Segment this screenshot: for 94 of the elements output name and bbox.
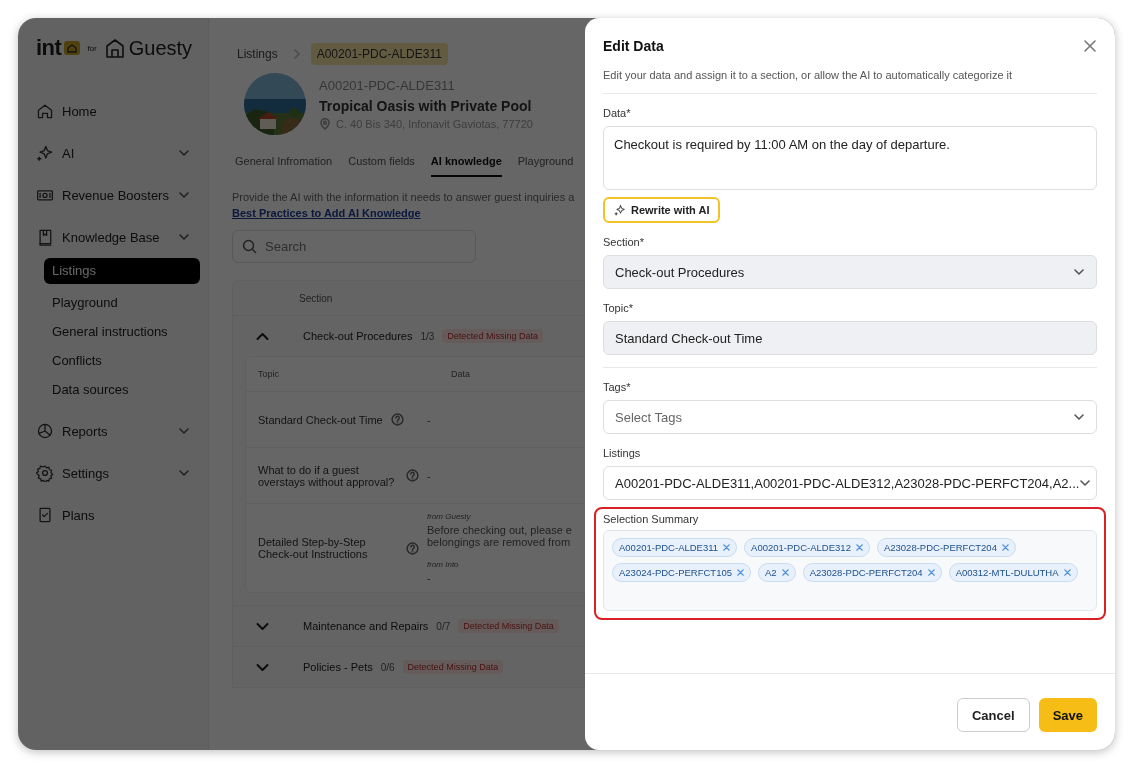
caret-icon <box>1073 411 1085 423</box>
house-outline-icon <box>103 37 126 59</box>
chips-field[interactable]: A00201-PDC-ALDE311 A00201-PDC-ALDE312 A23028-PDC-PERFCT204 A23024-PDC-PERFCT105 A2 A23028-PDC-PERFCT204 A00312-MTL-DULUTHA <box>603 530 1097 611</box>
source-label: from Guesty <box>427 512 472 521</box>
tab[interactable]: General Infromation <box>235 148 333 177</box>
column-header: Data <box>450 369 471 379</box>
field-label: Selection Summary <box>603 513 699 525</box>
drawer-title: Edit Data <box>603 38 664 54</box>
nav-subitem[interactable]: Listings <box>44 258 200 284</box>
nav-subitem[interactable]: General instructions <box>44 317 200 346</box>
nav-subitem[interactable]: Data sources <box>44 375 200 404</box>
book-icon <box>36 228 54 246</box>
field-label: Listings <box>603 447 641 459</box>
column-header: Section <box>299 292 333 304</box>
chip[interactable]: A00201-PDC-ALDE312 <box>744 538 870 557</box>
dropdown[interactable]: Select Tags <box>603 400 1097 434</box>
field-label: Tags* <box>603 381 631 393</box>
save-button[interactable]: Save <box>1038 698 1097 732</box>
partner-logo: Guesty <box>128 36 193 60</box>
section-name: Policies - Pets <box>303 661 373 673</box>
tab[interactable]: AI knowledge <box>430 148 502 177</box>
home-icon <box>36 102 54 120</box>
dropdown[interactable]: Check-out Procedures <box>603 255 1097 289</box>
location-pin-icon <box>319 118 331 130</box>
help-link[interactable]: Best Practices to Add AI Knowledge <box>232 207 421 219</box>
field-label: Data* <box>603 107 631 119</box>
breadcrumb-current[interactable]: A00201-PDC-ALDE311 <box>310 43 448 65</box>
remove-icon[interactable] <box>723 544 731 551</box>
pie-chart-icon <box>36 422 54 440</box>
chip[interactable]: A23028-PDC-PERFCT204 <box>876 538 1016 557</box>
sparkle-icon <box>614 204 626 216</box>
count-text: 1/3 <box>420 330 435 342</box>
caret-icon <box>1073 266 1085 278</box>
nav-item[interactable]: Home <box>36 90 200 132</box>
close-icon[interactable] <box>1083 39 1097 53</box>
drawer-subtitle: Edit your data and assign it to a section, or allow the AI to automatically categorize it <box>602 68 1014 81</box>
remove-icon[interactable] <box>737 569 744 576</box>
topic-text: What to do if a guest overstays without approval? <box>258 463 396 488</box>
chevron-right-icon <box>292 49 301 59</box>
house-logo-icon <box>64 41 81 55</box>
status-badge: Detected Missing Data <box>442 329 543 343</box>
field-label: Topic* <box>603 302 633 314</box>
help-icon <box>406 469 419 482</box>
connector-text: for <box>87 43 97 53</box>
breadcrumb-link[interactable]: Listings <box>232 47 283 61</box>
section-name: Maintenance and Repairs <box>303 620 429 632</box>
nav-subitem[interactable]: Playground <box>44 288 200 317</box>
remove-icon[interactable] <box>855 544 863 551</box>
cancel-button[interactable]: Cancel <box>957 698 1030 732</box>
chip[interactable]: A00201-PDC-ALDE311 <box>612 538 738 557</box>
nav-item[interactable]: Settings <box>36 452 200 494</box>
section-name: Check-out Procedures <box>303 330 413 342</box>
remove-icon[interactable] <box>927 569 935 576</box>
nav-item[interactable]: Plans <box>36 494 200 536</box>
remove-icon[interactable] <box>1063 569 1071 576</box>
sparkle-icon <box>36 144 54 162</box>
chip[interactable]: A2 <box>758 563 796 582</box>
tab[interactable]: Custom fields <box>348 148 415 177</box>
settings-icon <box>36 464 54 482</box>
status-badge: Detected Missing Data <box>458 619 559 633</box>
data-text: - <box>427 572 432 584</box>
data-text: - <box>427 413 432 426</box>
description-text: Provide the AI with the information it needs to answer guest inquiries a <box>232 191 576 203</box>
count-text: 0/6 <box>380 661 395 673</box>
rewrite-button[interactable]: Rewrite with AI <box>603 197 721 223</box>
text-area[interactable]: Checkout is required by 11:00 AM on the day of departure. <box>603 126 1097 190</box>
brand-logo: int <box>36 35 62 61</box>
remove-icon[interactable] <box>1001 544 1009 551</box>
nav-subitem[interactable]: Conflicts <box>44 346 200 375</box>
nav-item[interactable]: Knowledge Base <box>36 216 200 258</box>
caret-icon <box>1079 477 1092 489</box>
nav-item[interactable]: Reports <box>36 410 200 452</box>
status-badge: Detected Missing Data <box>402 660 504 674</box>
count-text: 0/7 <box>436 620 451 632</box>
remove-icon[interactable] <box>781 569 789 576</box>
search-icon <box>242 239 257 254</box>
listing-name: Tropical Oasis with Private Pool <box>319 98 533 114</box>
nav-item[interactable]: AI <box>36 132 200 174</box>
help-icon <box>390 413 404 426</box>
column-header: Topic <box>257 369 280 379</box>
topic-text: Standard Check-out Time <box>258 413 383 426</box>
checklist-icon <box>36 506 54 524</box>
field-label: Section* <box>603 236 644 248</box>
chip[interactable]: A23028-PDC-PERFCT204 <box>802 563 942 582</box>
text-field[interactable]: Standard Check-out Time <box>603 321 1097 355</box>
chip[interactable]: A00312-MTL-DULUTHA <box>948 563 1078 582</box>
nav-item[interactable]: Revenue Boosters <box>36 174 200 216</box>
dropdown[interactable]: A00201-PDC-ALDE311,A00201-PDC-ALDE312,A23028-PDC-PERFCT204,A2... <box>603 466 1097 500</box>
chip[interactable]: A23024-PDC-PERFCT105 <box>612 563 751 582</box>
help-icon <box>406 541 419 555</box>
data-text: Before checking out, please e belongings are removed from <box>427 524 573 548</box>
topic-text: Detailed Step-by-Step Check-out Instructions <box>258 536 369 560</box>
data-text: - <box>427 469 432 482</box>
tab[interactable]: Playground <box>517 148 574 177</box>
